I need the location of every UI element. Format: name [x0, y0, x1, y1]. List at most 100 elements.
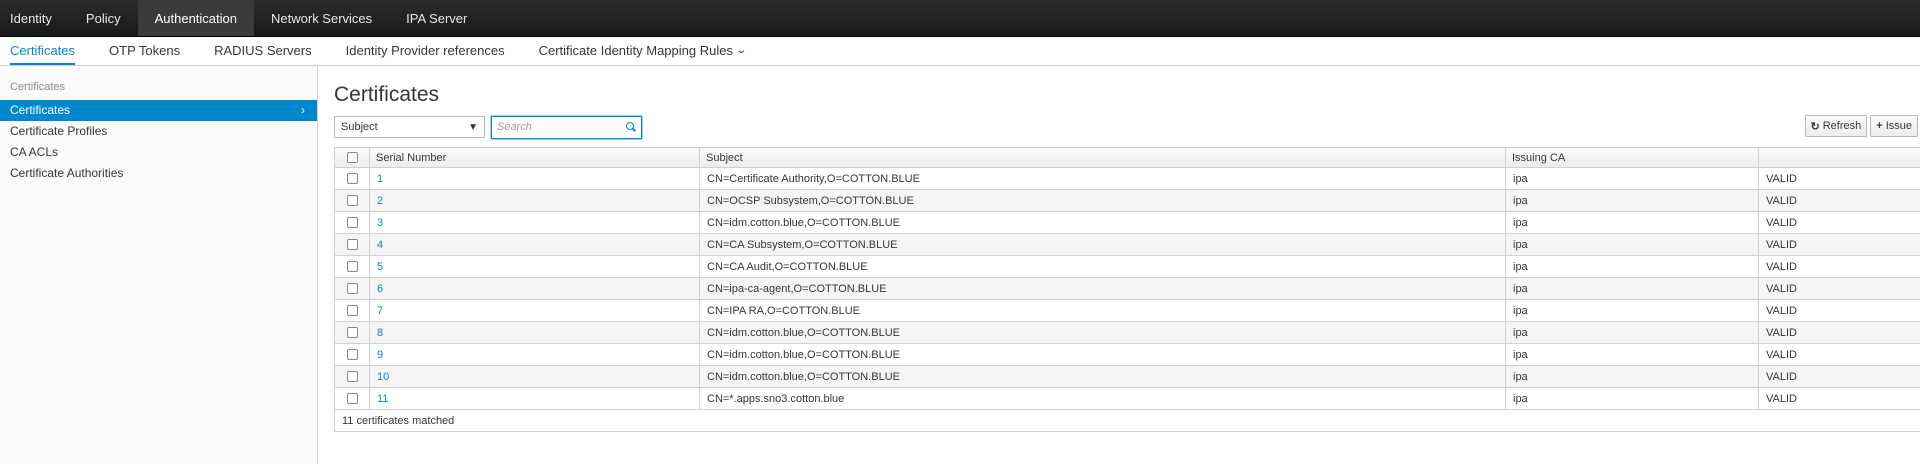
table-row: 5 CN=CA Audit,O=COTTON.BLUE ipa VALID [334, 255, 1920, 278]
column-header-issuing-ca[interactable]: Issuing CA [1505, 147, 1759, 168]
serial-link[interactable]: 11 [377, 393, 388, 405]
status-cell: VALID [1758, 189, 1920, 212]
issuing-ca-cell: ipa [1505, 365, 1759, 388]
column-header-status [1758, 147, 1920, 168]
table-row: 4 CN=CA Subsystem,O=COTTON.BLUE ipa VALID [334, 233, 1920, 256]
search-attribute-select[interactable]: Subject ▼ [334, 116, 485, 138]
serial-link[interactable]: 7 [377, 305, 383, 317]
status-cell: VALID [1758, 299, 1920, 322]
serial-cell: 1 [369, 167, 700, 190]
issuing-ca-cell: ipa [1505, 189, 1759, 212]
toolbar: Subject ▼ Search ↻ Refresh + Issue [334, 115, 1920, 139]
row-checkbox[interactable] [346, 195, 358, 207]
subject-cell: CN=ipa-ca-agent,O=COTTON.BLUE [699, 277, 1506, 300]
status-cell: VALID [1758, 343, 1920, 366]
subnav-otp-tokens[interactable]: OTP Tokens [109, 37, 180, 65]
column-header-subject[interactable]: Subject [699, 147, 1506, 168]
main-content: Certificates Subject ▼ Search ↻ Refresh … [318, 66, 1920, 464]
row-checkbox[interactable] [346, 173, 358, 185]
status-cell: VALID [1758, 277, 1920, 300]
sidebar-heading: Certificates [10, 81, 66, 93]
table-row: 11 CN=*.apps.sno3.cotton.blue ipa VALID [334, 387, 1920, 410]
row-checkbox[interactable] [346, 283, 358, 295]
sidebar-item-label: CA ACLs [10, 145, 59, 159]
refresh-icon: ↻ [1810, 120, 1820, 133]
subject-cell: CN=Certificate Authority,O=COTTON.BLUE [699, 167, 1506, 190]
status-cell: VALID [1758, 321, 1920, 344]
sidebar-item-certificate-profiles[interactable]: Certificate Profiles [0, 121, 317, 142]
topnav-policy[interactable]: Policy [69, 0, 138, 36]
plus-icon: + [1876, 120, 1883, 132]
column-header-serial[interactable]: Serial Number [369, 147, 700, 168]
row-checkbox[interactable] [346, 327, 358, 339]
row-checkbox-cell [334, 343, 370, 366]
topnav-authentication[interactable]: Authentication [137, 0, 255, 36]
issuing-ca-cell: ipa [1505, 321, 1759, 344]
status-cell: VALID [1758, 233, 1920, 256]
serial-link[interactable]: 3 [377, 217, 383, 229]
serial-link[interactable]: 9 [377, 349, 383, 361]
subnav-cert-identity-mapping-rules[interactable]: Certificate Identity Mapping Rules ⌄ [539, 37, 747, 65]
row-checkbox[interactable] [346, 261, 358, 273]
sub-navigation: Certificates OTP Tokens RADIUS Servers I… [0, 37, 1920, 66]
topnav-identity[interactable]: Identity [0, 0, 69, 36]
refresh-label: Refresh [1822, 120, 1862, 132]
serial-link[interactable]: 10 [377, 371, 389, 383]
table-row: 10 CN=idm.cotton.blue,O=COTTON.BLUE ipa VAL… [334, 365, 1920, 388]
row-checkbox-cell [334, 277, 370, 300]
serial-cell: 11 [369, 387, 700, 410]
subnav-certificates[interactable]: Certificates [10, 37, 76, 65]
subject-cell: CN=CA Audit,O=COTTON.BLUE [699, 255, 1506, 278]
table-header-row: Serial Number Subject Issuing CA [334, 147, 1920, 168]
sidebar-item-label: Certificates [10, 103, 71, 117]
row-checkbox-cell [334, 365, 370, 388]
row-checkbox-cell [334, 255, 370, 278]
table-row: 9 CN=idm.cotton.blue,O=COTTON.BLUE ipa VALI… [334, 343, 1920, 366]
serial-link[interactable]: 5 [377, 261, 383, 273]
row-checkbox[interactable] [346, 371, 358, 383]
row-checkbox[interactable] [346, 217, 358, 229]
row-checkbox-cell [334, 387, 370, 410]
sidebar-item-certificates[interactable]: Certificates › [0, 100, 317, 121]
search-placeholder: Search [497, 121, 532, 133]
serial-link[interactable]: 1 [377, 173, 383, 185]
topnav-ipa-server[interactable]: IPA Server [389, 0, 484, 36]
sidebar-item-ca-acls[interactable]: CA ACLs [0, 142, 317, 163]
table-row: 3 CN=idm.cotton.blue,O=COTTON.BLUE ipa VALI… [334, 211, 1920, 234]
serial-cell: 9 [369, 343, 700, 366]
row-checkbox[interactable] [346, 239, 358, 251]
refresh-button[interactable]: ↻ Refresh [1804, 115, 1868, 137]
status-cell: VALID [1758, 387, 1920, 410]
row-checkbox[interactable] [346, 305, 358, 317]
sidebar-item-label: Certificate Authorities [10, 166, 124, 180]
serial-cell: 10 [369, 365, 700, 388]
certificates-table: Serial Number Subject Issuing CA 1 CN=Cer… [334, 147, 1920, 432]
status-cell: VALID [1758, 255, 1920, 278]
sidebar-item-certificate-authorities[interactable]: Certificate Authorities [0, 163, 317, 184]
table-row: 2 CN=OCSP Subsystem,O=COTTON.BLUE ipa VALID [334, 189, 1920, 212]
search-icon[interactable] [625, 121, 637, 133]
issue-button[interactable]: + Issue [1870, 115, 1918, 137]
top-navigation: Identity Policy Authentication Network S… [0, 0, 1920, 37]
row-checkbox[interactable] [346, 393, 358, 405]
serial-link[interactable]: 8 [377, 327, 383, 339]
subnav-radius-servers[interactable]: RADIUS Servers [214, 37, 312, 65]
serial-link[interactable]: 6 [377, 283, 383, 295]
subject-cell: CN=*.apps.sno3.cotton.blue [699, 387, 1506, 410]
issuing-ca-cell: ipa [1505, 211, 1759, 234]
serial-link[interactable]: 2 [377, 195, 383, 207]
serial-link[interactable]: 4 [377, 239, 383, 251]
status-cell: VALID [1758, 365, 1920, 388]
topnav-network-services[interactable]: Network Services [254, 0, 389, 36]
issuing-ca-cell: ipa [1505, 299, 1759, 322]
serial-cell: 7 [369, 299, 700, 322]
subnav-identity-provider-references[interactable]: Identity Provider references [346, 37, 505, 65]
table-row: 6 CN=ipa-ca-agent,O=COTTON.BLUE ipa VALID [334, 277, 1920, 300]
search-input[interactable]: Search [491, 115, 642, 139]
select-all-checkbox[interactable] [346, 152, 358, 164]
serial-cell: 6 [369, 277, 700, 300]
row-checkbox[interactable] [346, 349, 358, 361]
sidebar-item-label: Certificate Profiles [10, 124, 108, 138]
issuing-ca-cell: ipa [1505, 343, 1759, 366]
row-checkbox-cell [334, 299, 370, 322]
